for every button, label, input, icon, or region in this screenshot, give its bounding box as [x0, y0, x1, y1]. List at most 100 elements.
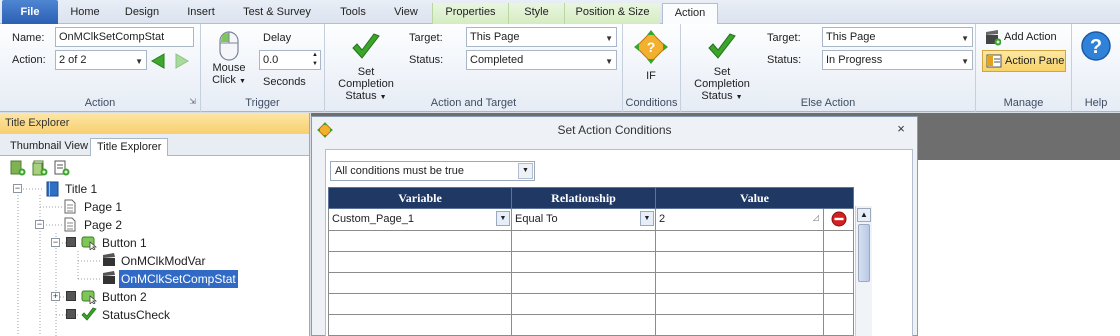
if-conditions-button[interactable]: ? IF: [631, 30, 671, 82]
tab-action[interactable]: Action: [662, 3, 718, 25]
empty-cell[interactable]: [655, 272, 824, 294]
dialog-title: Set Action Conditions: [557, 123, 672, 137]
relationship-cell[interactable]: Equal To ▼: [511, 208, 656, 231]
svg-text:?: ?: [1090, 36, 1102, 58]
empty-cell[interactable]: [328, 230, 512, 252]
condition-mode-select[interactable]: All conditions must be true ▼: [330, 161, 535, 181]
chevron-down-icon[interactable]: ▼: [640, 211, 654, 226]
tab-design[interactable]: Design: [114, 3, 170, 24]
tree-item-button2[interactable]: Button 2: [102, 288, 147, 306]
empty-cell[interactable]: [328, 293, 512, 315]
empty-cell[interactable]: [511, 314, 656, 336]
collapse-toggle[interactable]: −: [13, 184, 22, 193]
tree-item-button1[interactable]: Button 1: [102, 234, 147, 252]
add-question-icon[interactable]: [54, 160, 70, 176]
mouse-click-button[interactable]: Mouse Click ▼: [209, 30, 249, 88]
empty-cell[interactable]: [511, 230, 656, 252]
dialog-launcher-icon[interactable]: ⇲: [189, 97, 196, 106]
action-pane-button[interactable]: Action Pane: [982, 50, 1066, 72]
checkbox-icon[interactable]: [66, 291, 76, 301]
empty-cell[interactable]: [511, 293, 656, 315]
action-clapper-icon: [103, 271, 115, 284]
empty-cell[interactable]: [328, 272, 512, 294]
value-cell[interactable]: 2 ◿: [655, 208, 824, 231]
close-icon[interactable]: ×: [893, 122, 909, 138]
seconds-label: Seconds: [263, 76, 306, 88]
tab-properties[interactable]: Properties: [432, 3, 508, 24]
tab-position-size[interactable]: Position & Size: [564, 3, 660, 24]
page-canvas: [918, 160, 1120, 336]
checkbox-icon[interactable]: [66, 237, 76, 247]
empty-cell[interactable]: [655, 251, 824, 273]
tree-item-onmclksetcompstat[interactable]: OnMClkSetCompStat: [119, 270, 238, 288]
else-target-select[interactable]: This Page ▼: [822, 27, 973, 47]
set-completion-label: Set Completion: [338, 66, 394, 90]
set-completion-status-button[interactable]: Set Completion Status ▼: [329, 32, 403, 104]
add-chapter-icon[interactable]: [32, 160, 48, 176]
table-row: [328, 251, 854, 273]
checkmark-icon: [708, 33, 736, 59]
title-explorer-header: Title Explorer: [0, 113, 309, 134]
variable-cell[interactable]: Custom_Page_1 ▼: [328, 208, 512, 231]
help-icon[interactable]: ?: [1080, 30, 1112, 62]
variable-value: Custom_Page_1: [332, 213, 414, 225]
tree-item-onmclkmodvar[interactable]: OnMClkModVar: [121, 252, 205, 270]
tree-item-title1[interactable]: Title 1: [65, 180, 97, 198]
expand-toggle[interactable]: +: [51, 292, 60, 301]
tab-test-survey[interactable]: Test & Survey: [234, 3, 320, 24]
empty-cell[interactable]: [328, 314, 512, 336]
tab-home[interactable]: Home: [62, 3, 108, 24]
delete-row-icon[interactable]: [831, 211, 847, 227]
tab-file[interactable]: File: [2, 0, 58, 24]
else-status-select[interactable]: In Progress ▼: [822, 50, 973, 70]
else-set-completion-status-button[interactable]: Set Completion Status ▼: [685, 32, 759, 104]
tree-item-statuscheck[interactable]: StatusCheck: [102, 306, 170, 324]
page-icon: [64, 217, 76, 232]
empty-cell[interactable]: [655, 314, 824, 336]
status-select[interactable]: Completed ▼: [466, 50, 617, 70]
else-status-select-value: In Progress: [826, 54, 883, 66]
next-action-icon[interactable]: [174, 53, 190, 69]
tab-thumbnail-view[interactable]: Thumbnail View: [4, 138, 94, 156]
ribbon-tab-bar: File Home Design Insert Test & Survey To…: [0, 0, 1120, 25]
tree-item-page1[interactable]: Page 1: [84, 198, 122, 216]
page-icon: [64, 199, 76, 214]
resize-grip-icon: ◿: [812, 213, 819, 222]
tab-style[interactable]: Style: [508, 3, 564, 24]
help-group-label: Help: [1084, 97, 1108, 109]
chevron-down-icon[interactable]: ▼: [496, 211, 510, 226]
explorer-tabs: Thumbnail View Title Explorer: [0, 134, 309, 156]
tab-insert[interactable]: Insert: [176, 3, 226, 24]
conditions-scrollbar[interactable]: ▲: [855, 206, 872, 336]
collapse-toggle[interactable]: −: [35, 220, 44, 229]
target-select[interactable]: This Page ▼: [466, 27, 617, 47]
mouse-label: Mouse: [212, 62, 246, 74]
chevron-down-icon: ▼: [961, 34, 969, 43]
else-set-completion-label: Set Completion: [694, 66, 750, 90]
tab-tools[interactable]: Tools: [330, 3, 376, 24]
add-page-icon[interactable]: [10, 160, 26, 176]
spinner-arrows-icon[interactable]: ▲ ▼: [312, 51, 318, 69]
tab-title-explorer[interactable]: Title Explorer: [90, 138, 169, 156]
empty-cell[interactable]: [655, 293, 824, 315]
tab-view[interactable]: View: [384, 3, 428, 24]
column-header-variable: Variable: [328, 187, 512, 209]
action-name-input[interactable]: OnMClkSetCompStat: [55, 27, 194, 47]
add-action-label: Add Action: [1004, 31, 1057, 43]
empty-cell[interactable]: [328, 251, 512, 273]
collapse-toggle[interactable]: −: [51, 238, 60, 247]
previous-action-icon[interactable]: [150, 53, 166, 69]
empty-cell[interactable]: [655, 230, 824, 252]
else-action-group: Set Completion Status ▼ Target: This Pag…: [681, 24, 976, 112]
chevron-down-icon[interactable]: ▼: [518, 163, 533, 179]
tree-item-page2[interactable]: Page 2: [84, 216, 122, 234]
action-select[interactable]: 2 of 2 ▼: [55, 50, 147, 70]
scroll-up-icon[interactable]: ▲: [857, 208, 871, 222]
add-action-button[interactable]: Add Action: [982, 27, 1068, 49]
checkbox-icon[interactable]: [66, 309, 76, 319]
delay-stepper[interactable]: 0.0 ▲ ▼: [259, 50, 321, 70]
empty-cell[interactable]: [511, 251, 656, 273]
delete-cell: [823, 208, 854, 231]
empty-cell[interactable]: [511, 272, 656, 294]
scroll-thumb[interactable]: [858, 224, 870, 282]
